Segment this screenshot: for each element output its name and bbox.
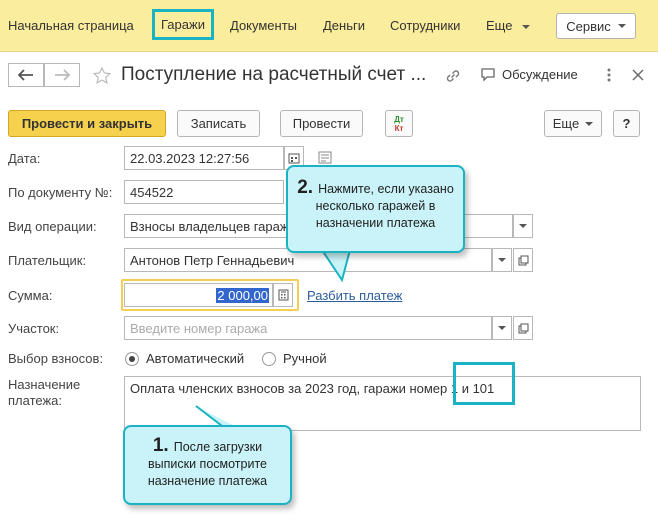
sum-label: Сумма: <box>8 288 53 303</box>
nav-home[interactable]: Начальная страница <box>8 18 134 33</box>
chevron-down-icon <box>498 258 506 262</box>
callout-2-line-2: несколько гаражей в <box>315 199 436 213</box>
discussion-button[interactable]: Обсуждение <box>480 67 578 82</box>
calendar-icon <box>288 153 300 164</box>
operation-type-dropdown[interactable] <box>513 214 533 238</box>
callout-2-pointer <box>321 249 351 283</box>
site-open-button[interactable] <box>513 316 533 340</box>
date-field[interactable]: 22.03.2023 12:27:56 <box>124 146 284 170</box>
garage-numbers-highlight <box>453 362 515 405</box>
comment-icon[interactable] <box>318 151 332 164</box>
more-actions-button[interactable]: Еще <box>544 110 602 137</box>
callout-2-line-3: назначении платежа <box>315 216 436 230</box>
fees-choice-label: Выбор взносов: <box>8 351 104 366</box>
radio-empty-icon <box>262 351 276 366</box>
nav-garages[interactable]: Гаражи <box>152 9 214 40</box>
dt-label: Дт <box>394 114 404 124</box>
save-button[interactable]: Записать <box>177 110 260 137</box>
split-payment-link[interactable]: Разбить платеж <box>307 288 402 303</box>
callout-1: 1. После загрузки выписки посмотрите назн… <box>123 425 292 505</box>
help-button[interactable]: ? <box>613 110 640 137</box>
payer-dropdown[interactable] <box>492 248 512 272</box>
chevron-down-icon <box>519 224 527 228</box>
top-nav: Начальная страница Гаражи Документы День… <box>0 0 658 52</box>
nav-more-label: Еще <box>486 18 513 33</box>
arrow-right-icon <box>55 69 70 81</box>
post-button[interactable]: Провести <box>280 110 363 137</box>
nav-money[interactable]: Деньги <box>323 18 365 33</box>
callout-2: 2. Нажмите, если указано несколько гараже… <box>286 165 465 253</box>
site-label: Участок: <box>8 321 60 336</box>
date-label: Дата: <box>8 151 41 166</box>
page-title: Поступление на расчетный счет ... <box>121 64 427 85</box>
service-button[interactable]: Сервис <box>556 13 636 39</box>
nav-documents[interactable]: Документы <box>230 18 297 33</box>
payer-open-button[interactable] <box>513 248 533 272</box>
discussion-label: Обсуждение <box>502 67 578 82</box>
open-icon <box>518 255 528 265</box>
more-actions-label: Еще <box>552 116 580 131</box>
callout-1-line-3: назначение платежа <box>147 474 268 488</box>
callout-1-line-2: выписки посмотрите <box>148 457 267 471</box>
chevron-down-icon <box>498 326 506 330</box>
operation-type-label: Вид операции: <box>8 219 97 234</box>
doc-number-label: По документу №: <box>8 185 113 200</box>
back-button[interactable] <box>8 63 44 87</box>
purpose-label-line-2: платежа: <box>8 393 62 408</box>
service-label: Сервис <box>566 18 611 34</box>
nav-more[interactable]: Еще <box>486 18 531 33</box>
site-dropdown[interactable] <box>492 316 512 340</box>
kt-label: Кт <box>394 123 404 133</box>
callout-2-number: 2. <box>297 177 314 198</box>
fees-manual-label: Ручной <box>283 351 327 366</box>
fees-auto-label: Автоматический <box>146 351 245 366</box>
sum-value: 2 000,00 <box>216 288 269 303</box>
chevron-down-icon <box>585 121 594 126</box>
star-icon[interactable] <box>92 66 112 86</box>
close-icon[interactable] <box>632 69 644 81</box>
forward-button[interactable] <box>44 63 80 87</box>
fees-manual-radio[interactable]: Ручной <box>262 351 327 366</box>
doc-number-field[interactable]: 454522 <box>124 180 284 204</box>
link-icon[interactable] <box>444 67 462 85</box>
callout-1-line-1: После загрузки <box>173 440 263 454</box>
site-field[interactable]: Введите номер гаража <box>124 316 492 340</box>
chat-icon <box>481 68 495 82</box>
dt-kt-button[interactable]: Дт Кт <box>385 110 413 137</box>
chevron-down-icon <box>617 24 626 28</box>
calculator-icon <box>278 289 288 301</box>
calculator-button[interactable] <box>273 283 293 307</box>
purpose-label-line-1: Назначение <box>8 377 81 392</box>
callout-2-line-1: Нажмите, если указано <box>318 182 454 196</box>
sum-field[interactable]: 2 000,00 <box>124 283 273 307</box>
callout-1-number: 1. <box>152 435 169 456</box>
more-vertical-icon[interactable] <box>601 67 617 83</box>
open-icon <box>518 323 528 333</box>
purpose-label: Назначение платежа: <box>8 377 80 409</box>
radio-selected-icon <box>125 351 139 366</box>
nav-employees[interactable]: Сотрудники <box>390 18 460 33</box>
payer-label: Плательщик: <box>8 253 87 268</box>
fees-auto-radio[interactable]: Автоматический <box>125 351 244 366</box>
arrow-left-icon <box>18 69 33 81</box>
post-and-close-button[interactable]: Провести и закрыть <box>8 110 166 137</box>
chevron-down-icon <box>522 24 531 29</box>
